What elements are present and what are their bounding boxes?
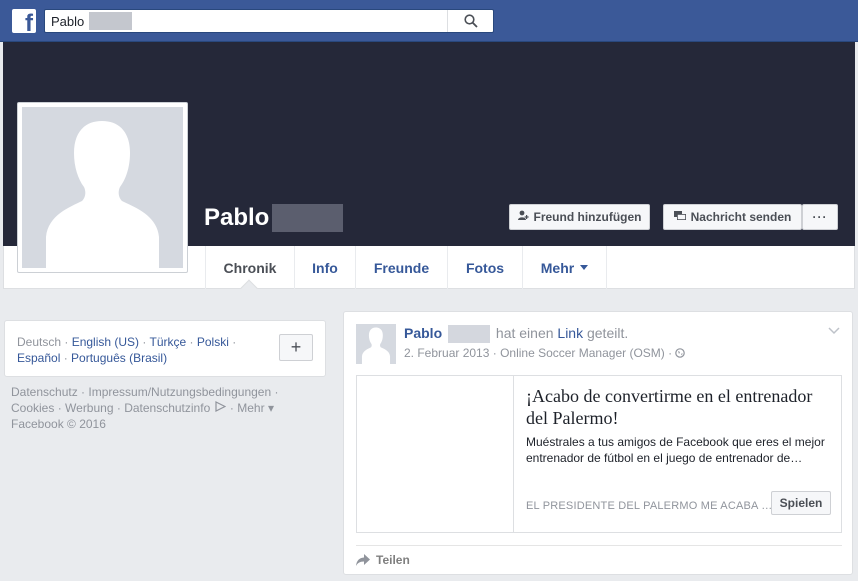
language-link[interactable]: Polski xyxy=(197,335,229,349)
add-friend-icon xyxy=(517,210,529,224)
caret-down-icon xyxy=(580,265,589,270)
divider xyxy=(356,545,842,546)
footer-link[interactable]: Cookies xyxy=(11,401,54,415)
profile-picture[interactable] xyxy=(22,107,183,268)
message-icon xyxy=(673,210,686,224)
post-author-link[interactable]: Pablo xyxy=(404,325,442,341)
share-arrow-icon xyxy=(356,554,370,566)
post-app[interactable]: Online Soccer Manager (OSM) xyxy=(500,346,665,360)
tab-mehr[interactable]: Mehr xyxy=(523,246,607,289)
footer-link[interactable]: Datenschutzinfo xyxy=(124,401,210,415)
search-icon xyxy=(464,14,478,28)
language-link[interactable]: English (US) xyxy=(72,335,139,349)
language-current: Deutsch xyxy=(17,335,62,349)
tab-freunde[interactable]: Freunde xyxy=(356,246,448,289)
default-avatar-silhouette-icon xyxy=(46,121,159,268)
footer-link[interactable]: Impressum/Nutzungsbedingungen xyxy=(88,385,271,399)
footer-link[interactable]: Mehr xyxy=(237,401,264,415)
send-message-label: Nachricht senden xyxy=(690,210,792,224)
language-list: Deutsch · English (US) · Türkçe · Polski… xyxy=(17,335,237,365)
redacted-surname xyxy=(89,12,132,30)
timeline-post: Pablo hat einen Link geteilt. 2. Februar… xyxy=(343,311,853,575)
languages-card: Deutsch · English (US) · Türkçe · Polski… xyxy=(4,320,326,377)
attachment-caption: EL PRESIDENTE DEL PALERMO ME ACABA … xyxy=(526,500,773,512)
default-avatar-silhouette-icon xyxy=(361,327,391,364)
post-author-avatar[interactable] xyxy=(356,324,396,364)
footer-link[interactable]: Werbung xyxy=(65,401,113,415)
post-action-text: hat einen xyxy=(495,325,554,341)
post-meta: 2. Februar 2013 · Online Soccer Manager … xyxy=(404,346,686,360)
more-options-button[interactable]: ··· xyxy=(802,204,838,230)
redacted-surname xyxy=(272,204,343,232)
search-button[interactable] xyxy=(447,10,493,32)
share-label: Teilen xyxy=(376,553,410,567)
footer-link[interactable]: Datenschutz xyxy=(11,385,78,399)
link-attachment[interactable]: ¡Acabo de convertirme en el entrenador d… xyxy=(356,375,842,533)
post-options-chevron-icon[interactable] xyxy=(828,324,840,338)
attachment-title[interactable]: ¡Acabo de convertirme en el entrenador d… xyxy=(526,385,826,429)
add-friend-button[interactable]: Freund hinzufügen xyxy=(509,204,650,230)
adchoices-icon[interactable] xyxy=(214,400,226,416)
language-link[interactable]: Português (Brasil) xyxy=(71,351,167,365)
post-date[interactable]: 2. Februar 2013 xyxy=(404,346,489,360)
globe-icon xyxy=(675,346,686,360)
copyright: Facebook © 2016 xyxy=(11,417,106,431)
play-button[interactable]: Spielen xyxy=(771,491,831,515)
post-action-suffix: geteilt. xyxy=(586,325,629,341)
footer-links: Datenschutz · Impressum/Nutzungsbedingun… xyxy=(11,385,279,431)
profile-picture-frame[interactable] xyxy=(17,102,188,273)
add-friend-label: Freund hinzufügen xyxy=(533,210,642,224)
tab-info[interactable]: Info xyxy=(295,246,356,289)
language-link[interactable]: Türkçe xyxy=(150,335,187,349)
caret-down-icon: ▾ xyxy=(264,401,274,415)
redacted-surname xyxy=(448,325,491,344)
language-link[interactable]: Español xyxy=(17,351,60,365)
tab-fotos[interactable]: Fotos xyxy=(448,246,523,289)
search-input[interactable]: Pablo xyxy=(51,14,84,29)
tab-mehr-label: Mehr xyxy=(540,259,575,276)
attachment-image[interactable] xyxy=(357,376,514,532)
post-header: Pablo hat einen Link geteilt. xyxy=(404,325,629,344)
profile-name: Pablo xyxy=(204,204,270,231)
send-message-button[interactable]: Nachricht senden xyxy=(663,204,802,230)
search-box[interactable]: Pablo xyxy=(44,9,494,33)
attachment-description: Muéstrales a tus amigos de Facebook que … xyxy=(526,435,825,465)
facebook-logo-icon[interactable]: f xyxy=(12,9,36,36)
post-link-word[interactable]: Link xyxy=(557,325,583,341)
share-button[interactable]: Teilen xyxy=(356,553,410,567)
top-bar: f Pablo xyxy=(0,0,858,42)
add-language-button[interactable]: + xyxy=(279,334,313,361)
